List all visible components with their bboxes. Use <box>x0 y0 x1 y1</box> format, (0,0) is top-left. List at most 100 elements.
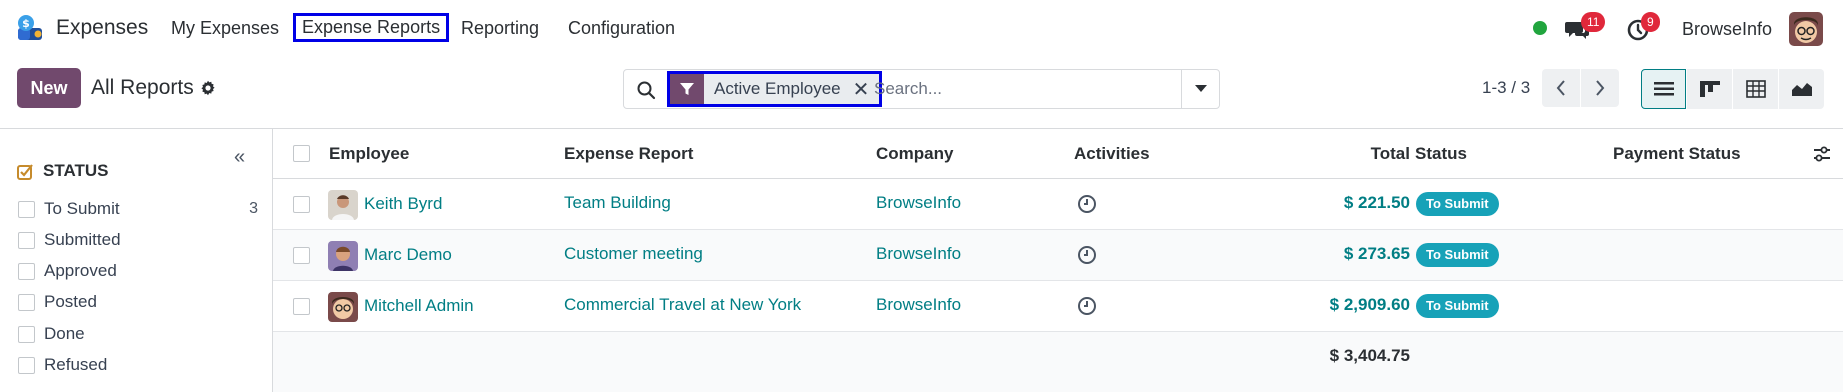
menu-my-expenses[interactable]: My Expenses <box>171 18 279 39</box>
breadcrumb: All Reports <box>91 76 216 100</box>
checkbox[interactable] <box>18 262 35 280</box>
pivot-view-button[interactable] <box>1733 69 1778 109</box>
menu-configuration[interactable]: Configuration <box>568 18 675 39</box>
employee-name[interactable]: Keith Byrd <box>364 194 442 214</box>
status-badge: To Submit <box>1416 243 1499 267</box>
column-company[interactable]: Company <box>876 144 953 164</box>
company-name[interactable]: BrowseInfo <box>876 244 961 264</box>
facet-label: Active Employee <box>714 79 841 98</box>
sidebar-item-posted[interactable]: Posted <box>18 292 258 312</box>
list-view-icon <box>1653 82 1674 96</box>
sidebar-item-label: Done <box>44 324 85 343</box>
checkbox[interactable] <box>18 325 35 343</box>
sidebar-item-label: Posted <box>44 292 97 311</box>
status-badge: To Submit <box>1416 294 1499 318</box>
list-view-button[interactable] <box>1641 69 1686 109</box>
chevron-right-icon <box>1596 80 1605 96</box>
employee-name[interactable]: Marc Demo <box>364 245 452 265</box>
svg-text:$: $ <box>22 17 30 30</box>
sidebar-item-approved[interactable]: Approved <box>18 261 258 281</box>
table-header: Employee Expense Report Company Activiti… <box>273 129 1843 179</box>
graph-view-button[interactable] <box>1779 69 1824 109</box>
app-name[interactable]: Expenses <box>56 16 148 40</box>
checkbox[interactable] <box>18 231 35 249</box>
pager-next-button[interactable] <box>1581 69 1619 107</box>
sidebar-item-label: Approved <box>44 261 117 280</box>
sidebar-item-label: Refused <box>44 355 108 374</box>
expenses-app-icon[interactable]: $ <box>16 14 44 42</box>
column-status[interactable]: Status <box>1415 144 1467 164</box>
table-row[interactable]: Marc Demo Customer meeting BrowseInfo $ … <box>273 230 1843 281</box>
search-bar[interactable]: Active Employee ✕ <box>623 69 1220 109</box>
menu-reporting[interactable]: Reporting <box>461 18 539 39</box>
company-name[interactable]: BrowseInfo <box>876 295 961 315</box>
checkbox[interactable] <box>18 293 35 311</box>
caret-down-icon <box>1194 85 1207 92</box>
activity-clock-icon[interactable] <box>1077 245 1097 265</box>
status-badge: To Submit <box>1416 192 1499 216</box>
status-heading-label: STATUS <box>43 161 109 180</box>
search-panel-toggle[interactable] <box>1181 70 1219 108</box>
pager-previous-button[interactable] <box>1542 69 1580 107</box>
table-row[interactable]: Keith Byrd Team Building BrowseInfo $ 22… <box>273 179 1843 230</box>
online-status-dot <box>1533 21 1547 35</box>
sidebar-item-refused[interactable]: Refused <box>18 355 258 375</box>
search-facet-active-employee[interactable]: Active Employee ✕ <box>667 71 883 107</box>
checkbox-check-icon <box>17 163 33 180</box>
new-button[interactable]: New <box>17 68 81 108</box>
menu-expense-reports[interactable]: Expense Reports <box>293 13 450 42</box>
employee-avatar <box>328 190 358 220</box>
sidebar-item-label: Submitted <box>44 230 121 249</box>
sidebar-item-to-submit[interactable]: To Submit 3 <box>18 199 258 219</box>
column-expense-report[interactable]: Expense Report <box>564 144 693 164</box>
expense-report-name[interactable]: Commercial Travel at New York <box>564 295 801 315</box>
column-total[interactable]: Total <box>1290 144 1410 164</box>
row-total: $ 221.50 <box>1343 193 1410 212</box>
column-activities[interactable]: Activities <box>1074 144 1150 164</box>
chevron-left-icon <box>1556 80 1565 96</box>
kanban-view-icon <box>1699 81 1720 97</box>
messages-badge: 11 <box>1581 12 1606 32</box>
row-checkbox[interactable] <box>293 298 310 315</box>
checkbox[interactable] <box>18 356 35 374</box>
row-checkbox[interactable] <box>293 247 310 264</box>
row-total: $ 2,909.60 <box>1329 295 1410 314</box>
grand-total: $ 3,404.75 <box>1329 346 1410 365</box>
gear-icon[interactable] <box>200 80 216 96</box>
table-row[interactable]: Mitchell Admin Commercial Travel at New … <box>273 281 1843 332</box>
employee-name[interactable]: Mitchell Admin <box>364 296 474 316</box>
pivot-view-icon <box>1745 80 1766 98</box>
collapse-sidebar-icon[interactable]: « <box>234 146 245 169</box>
sidebar-item-submitted[interactable]: Submitted <box>18 230 258 250</box>
sidebar-item-count: 3 <box>249 200 258 217</box>
activities-badge: 9 <box>1641 12 1660 32</box>
pager-value[interactable]: 1-3 / 3 <box>1482 78 1530 98</box>
activity-clock-icon[interactable] <box>1077 296 1097 316</box>
status-filter-heading: STATUS <box>17 161 108 181</box>
employee-avatar <box>328 292 358 322</box>
sidebar-item-done[interactable]: Done <box>18 324 258 344</box>
row-total: $ 273.65 <box>1343 244 1410 263</box>
employee-avatar <box>328 241 358 271</box>
company-name[interactable]: BrowseInfo <box>876 193 961 213</box>
search-icon[interactable] <box>636 80 656 100</box>
activity-clock-icon[interactable] <box>1077 194 1097 214</box>
row-checkbox[interactable] <box>293 196 310 213</box>
page-title: All Reports <box>91 76 194 99</box>
search-input[interactable] <box>874 78 1174 100</box>
sidebar-item-label: To Submit <box>44 199 120 218</box>
expense-report-name[interactable]: Team Building <box>564 193 671 213</box>
navbar: $ Expenses My Expenses Expense Reports R… <box>0 0 1843 58</box>
select-all-checkbox[interactable] <box>293 145 310 162</box>
kanban-view-button[interactable] <box>1687 69 1732 109</box>
checkbox[interactable] <box>18 200 35 218</box>
company-switcher[interactable]: BrowseInfo <box>1682 19 1772 40</box>
expense-report-name[interactable]: Customer meeting <box>564 244 703 264</box>
table-footer: $ 3,404.75 <box>273 332 1843 392</box>
column-payment-status[interactable]: Payment Status <box>1613 144 1741 164</box>
graph-view-icon <box>1791 83 1812 96</box>
filter-icon <box>670 74 704 104</box>
column-employee[interactable]: Employee <box>329 144 409 164</box>
optional-columns-icon[interactable] <box>1813 146 1831 162</box>
user-avatar[interactable] <box>1789 12 1823 46</box>
